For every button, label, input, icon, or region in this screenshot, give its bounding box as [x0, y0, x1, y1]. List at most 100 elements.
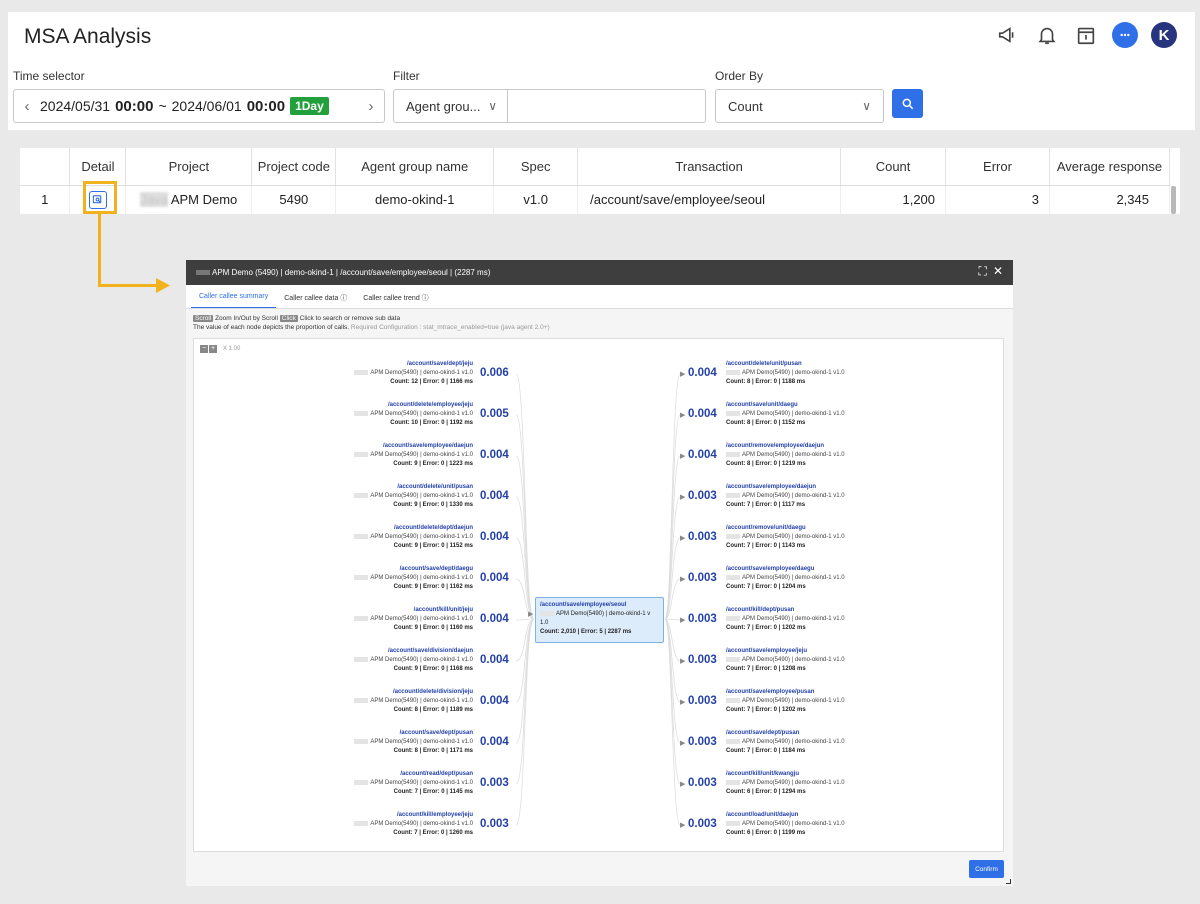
chevron-right-icon[interactable]: ›	[358, 98, 384, 115]
caller-node[interactable]: /account/kill/unit/jeju APM Demo(5490) | …	[273, 606, 473, 633]
col-transaction[interactable]: Transaction	[577, 148, 842, 186]
modal-header: APM Demo (5490) | demo-okind-1 | /accoun…	[186, 260, 1013, 285]
node-title: /account/save/dept/pusan	[399, 730, 473, 736]
scroll-key: Scroll	[193, 315, 214, 322]
caller-node[interactable]: /account/delete/employee/jeju APM Demo(54…	[273, 401, 473, 428]
resize-handle[interactable]	[1006, 879, 1011, 884]
time-selector-label: Time selector	[13, 69, 85, 83]
config-hint: Required Configuration : stat_mtrace_ena…	[350, 324, 550, 331]
col-spec[interactable]: Spec	[493, 148, 579, 186]
node-sub: APM Demo(5490) | demo-okind-1 v1.0	[370, 493, 473, 499]
node-sub: APM Demo(5490) | demo-okind-1 v1.0	[370, 698, 473, 704]
node-sub: APM Demo(5490) | demo-okind-1 v1.0	[742, 575, 845, 581]
callee-node[interactable]: /account/save/employee/daejun APM Demo(54…	[726, 483, 926, 510]
node-sub: APM Demo(5490) | demo-okind-1 v1.0	[370, 411, 473, 417]
col-average-response[interactable]: Average response	[1049, 148, 1171, 186]
graph-link	[664, 618, 681, 826]
table-scrollbar[interactable]	[1171, 186, 1176, 214]
order-by-value: Count	[728, 98, 763, 114]
caller-node[interactable]: /account/save/dept/pusan APM Demo(5490) |…	[273, 729, 473, 756]
chevron-left-icon[interactable]: ‹	[14, 98, 40, 115]
col-detail[interactable]: Detail	[69, 148, 127, 186]
callee-node[interactable]: /account/kill/unit/kwangju APM Demo(5490)…	[726, 770, 926, 797]
tab-caller-callee-trend[interactable]: Caller callee trend	[363, 295, 419, 302]
node-title: /account/delete/division/jeju	[392, 689, 473, 695]
node-title: /account/save/dept/jeju	[406, 361, 473, 367]
callee-node[interactable]: /account/save/employee/daegu APM Demo(549…	[726, 565, 926, 592]
chat-icon[interactable]	[1112, 22, 1138, 48]
callee-node[interactable]: /account/kill/dept/pusan APM Demo(5490) |…	[726, 606, 926, 633]
callee-arrow-icon: ▶	[680, 453, 686, 460]
col-project-code[interactable]: Project code	[251, 148, 337, 186]
graph-link	[515, 455, 535, 620]
col-count[interactable]: Count	[840, 148, 947, 186]
filter-select-value: Agent grou...	[406, 98, 481, 114]
caller-node[interactable]: /account/save/employee/daejun APM Demo(54…	[273, 442, 473, 469]
caller-node[interactable]: /account/kill/employee/jeju APM Demo(5490…	[273, 811, 473, 838]
node-count: Count: 7 | Error: 0 | 1184 ms	[726, 748, 806, 754]
col-project[interactable]: Project	[125, 148, 253, 186]
app-panel: MSA Analysis K Time selector ‹ 2024/05/3…	[8, 12, 1195, 130]
callee-node[interactable]: /account/save/employee/jeju APM Demo(5490…	[726, 647, 926, 674]
close-icon[interactable]: ✕	[993, 264, 1003, 279]
callee-node[interactable]: /account/save/employee/pusan APM Demo(549…	[726, 688, 926, 715]
scroll-hint: Zoom In/Out by Scroll	[215, 315, 278, 322]
node-title: /account/save/employee/daegu	[726, 566, 815, 572]
project-code: 5490	[251, 185, 337, 214]
order-by-select[interactable]: Count ∨	[715, 89, 884, 123]
caller-node[interactable]: /account/save/dept/daegu APM Demo(5490) |…	[273, 565, 473, 592]
caller-node[interactable]: /account/delete/unit/pusan APM Demo(5490)…	[273, 483, 473, 510]
end-time: 00:00	[246, 97, 286, 115]
node-sub: APM Demo(5490) | demo-okind-1 v1.0	[742, 493, 845, 499]
callee-arrow-icon: ▶	[680, 494, 686, 501]
node-title: /account/remove/employee/daejun	[726, 443, 825, 449]
callee-node[interactable]: /account/remove/unit/daegu APM Demo(5490)…	[726, 524, 926, 551]
caller-node[interactable]: /account/save/dept/jeju APM Demo(5490) | …	[273, 360, 473, 387]
node-count: Count: 9 | Error: 0 | 1223 ms	[393, 461, 473, 467]
caller-node[interactable]: /account/delete/dept/daejun APM Demo(5490…	[273, 524, 473, 551]
callee-node[interactable]: /account/load/unit/daejun APM Demo(5490) …	[726, 811, 926, 838]
search-button[interactable]	[892, 89, 923, 118]
start-date: 2024/05/31	[40, 98, 111, 114]
tab-caller-callee-summary[interactable]: Caller callee summary	[191, 285, 277, 308]
callee-node[interactable]: /account/save/unit/daegu APM Demo(5490) |…	[726, 401, 926, 428]
graph-link	[515, 537, 535, 620]
graph-link	[515, 618, 535, 826]
table-row[interactable]: 1 Java APM Demo 5490 demo-okind-1 v1.0 /…	[20, 185, 1171, 214]
user-avatar[interactable]: K	[1151, 22, 1177, 48]
top-icon-bar: K	[995, 22, 1177, 48]
node-count: Count: 12 | Error: 0 | 1166 ms	[390, 379, 473, 385]
filter-input[interactable]	[507, 89, 706, 123]
callee-node[interactable]: /account/remove/employee/daejun APM Demo(…	[726, 442, 926, 469]
callee-node[interactable]: /account/delete/unit/pusan APM Demo(5490)…	[726, 360, 926, 387]
megaphone-icon[interactable]	[995, 22, 1021, 48]
fullscreen-icon[interactable]: ⛶	[979, 264, 987, 279]
detail-modal: APM Demo (5490) | demo-okind-1 | /accoun…	[186, 260, 1013, 886]
callee-ratio: 0.004	[688, 367, 717, 379]
tab-caller-callee-data[interactable]: Caller callee data	[284, 295, 338, 302]
node-count: Count: 7 | Error: 0 | 1202 ms	[726, 625, 806, 631]
center-node[interactable]: /account/save/employee/seoul APM Demo(54…	[535, 597, 664, 643]
node-count: Count: 6 | Error: 0 | 1294 ms	[726, 789, 806, 795]
caller-callee-graph[interactable]: − + X 1.00 /account/save/employee/seoul …	[193, 338, 1004, 852]
col-error[interactable]: Error	[945, 148, 1050, 186]
range-badge[interactable]: 1Day	[290, 97, 329, 115]
transaction: /account/save/employee/seoul	[577, 185, 842, 214]
node-count: Count: 9 | Error: 0 | 1152 ms	[393, 543, 473, 549]
node-count: Count: 7 | Error: 0 | 1260 ms	[393, 830, 473, 836]
col-index	[20, 148, 71, 186]
caller-node[interactable]: /account/save/division/daejun APM Demo(54…	[273, 647, 473, 674]
caller-node[interactable]: /account/read/dept/pusan APM Demo(5490) |…	[273, 770, 473, 797]
node-sub: APM Demo(5490) | demo-okind-1 v1.0	[370, 657, 473, 663]
confirm-button[interactable]: Confirm	[969, 860, 1004, 878]
time-selector[interactable]: ‹ 2024/05/31 00:00 ~ 2024/06/01 00:00 1D…	[13, 89, 385, 123]
project-name: APM Demo	[170, 192, 238, 208]
filter-select[interactable]: Agent grou... ∨	[393, 89, 508, 123]
notice-box-icon[interactable]	[1073, 22, 1099, 48]
node-count: Count: 7 | Error: 0 | 1204 ms	[726, 584, 806, 590]
callee-node[interactable]: /account/save/dept/pusan APM Demo(5490) |…	[726, 729, 926, 756]
node-title: /account/kill/unit/jeju	[413, 607, 473, 613]
bell-icon[interactable]	[1034, 22, 1060, 48]
col-agent-group[interactable]: Agent group name	[335, 148, 495, 186]
caller-node[interactable]: /account/delete/division/jeju APM Demo(54…	[273, 688, 473, 715]
